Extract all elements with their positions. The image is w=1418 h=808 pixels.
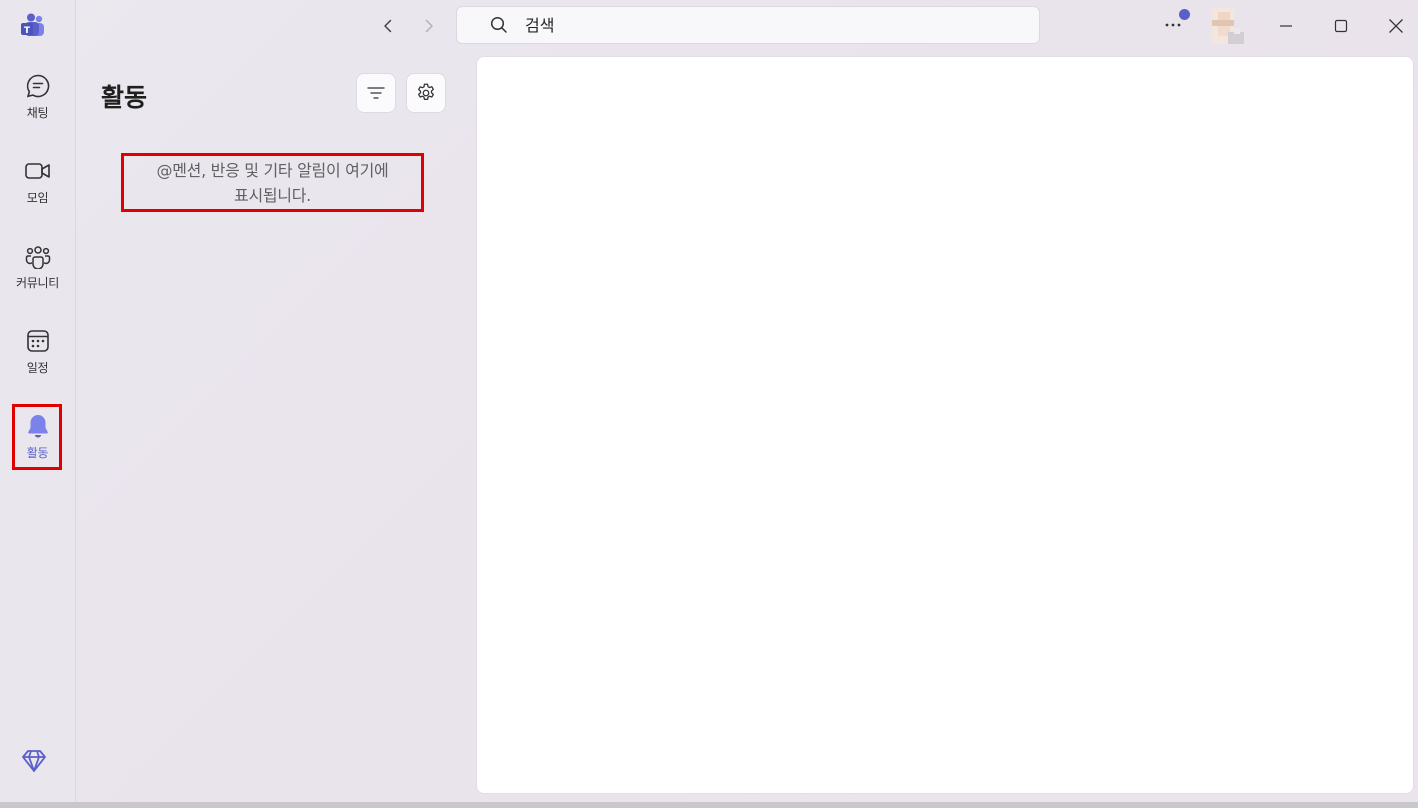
taskbar-edge	[0, 802, 1418, 808]
chevron-right-icon	[425, 19, 433, 33]
more-icon	[1165, 23, 1181, 27]
rail-item-label: 모임	[26, 191, 49, 205]
search-input[interactable]	[523, 14, 1007, 36]
page-title: 활동	[101, 83, 148, 112]
empty-state-line-2: 표시됩니다.	[234, 185, 311, 205]
forward-button[interactable]	[415, 12, 443, 40]
empty-state-message: @멘션, 반응 및 기타 알림이 여기에 표시됩니다.	[121, 153, 424, 212]
close-icon	[1389, 19, 1403, 33]
rail-item-label: 커뮤니티	[16, 276, 59, 290]
close-button[interactable]	[1380, 10, 1412, 42]
notification-dot	[1179, 9, 1190, 20]
teams-logo-icon: T	[21, 13, 44, 36]
filter-button[interactable]	[356, 73, 396, 113]
rail-item-chat[interactable]: 채팅	[0, 72, 75, 132]
filter-icon	[367, 87, 385, 99]
rail-item-calendar[interactable]: 일정	[0, 327, 75, 387]
chevron-left-icon	[384, 19, 392, 33]
content-panel	[476, 56, 1414, 794]
empty-state-line-1: @멘션, 반응 및 기타 알림이 여기에	[156, 160, 389, 180]
avatar[interactable]	[1208, 8, 1244, 44]
search-icon	[490, 16, 507, 33]
rail-item-meet[interactable]: 모임	[0, 157, 75, 217]
premium-diamond-icon[interactable]	[20, 747, 48, 775]
maximize-button[interactable]	[1325, 10, 1357, 42]
search-box[interactable]	[456, 6, 1040, 44]
minimize-icon	[1280, 25, 1292, 27]
maximize-icon	[1334, 19, 1348, 33]
settings-button[interactable]	[406, 73, 446, 113]
app-rail: T 채팅 모임 커뮤니티 일정 활동	[0, 0, 76, 808]
calendar-icon	[24, 327, 52, 355]
minimize-button[interactable]	[1270, 10, 1302, 42]
rail-item-community[interactable]: 커뮤니티	[0, 242, 75, 302]
video-icon	[24, 157, 52, 185]
chat-icon	[24, 72, 52, 100]
back-button[interactable]	[374, 12, 402, 40]
svg-text:T: T	[24, 26, 31, 36]
community-icon	[24, 242, 52, 270]
teams-window: T 채팅 모임 커뮤니티 일정 활동 검색 활동 @멘션, 반응 및 기타 알림…	[0, 0, 1418, 808]
gear-icon	[418, 83, 434, 101]
activity-highlight-frame	[12, 404, 62, 470]
rail-item-label: 일정	[26, 361, 49, 375]
rail-item-label: 채팅	[26, 106, 49, 120]
